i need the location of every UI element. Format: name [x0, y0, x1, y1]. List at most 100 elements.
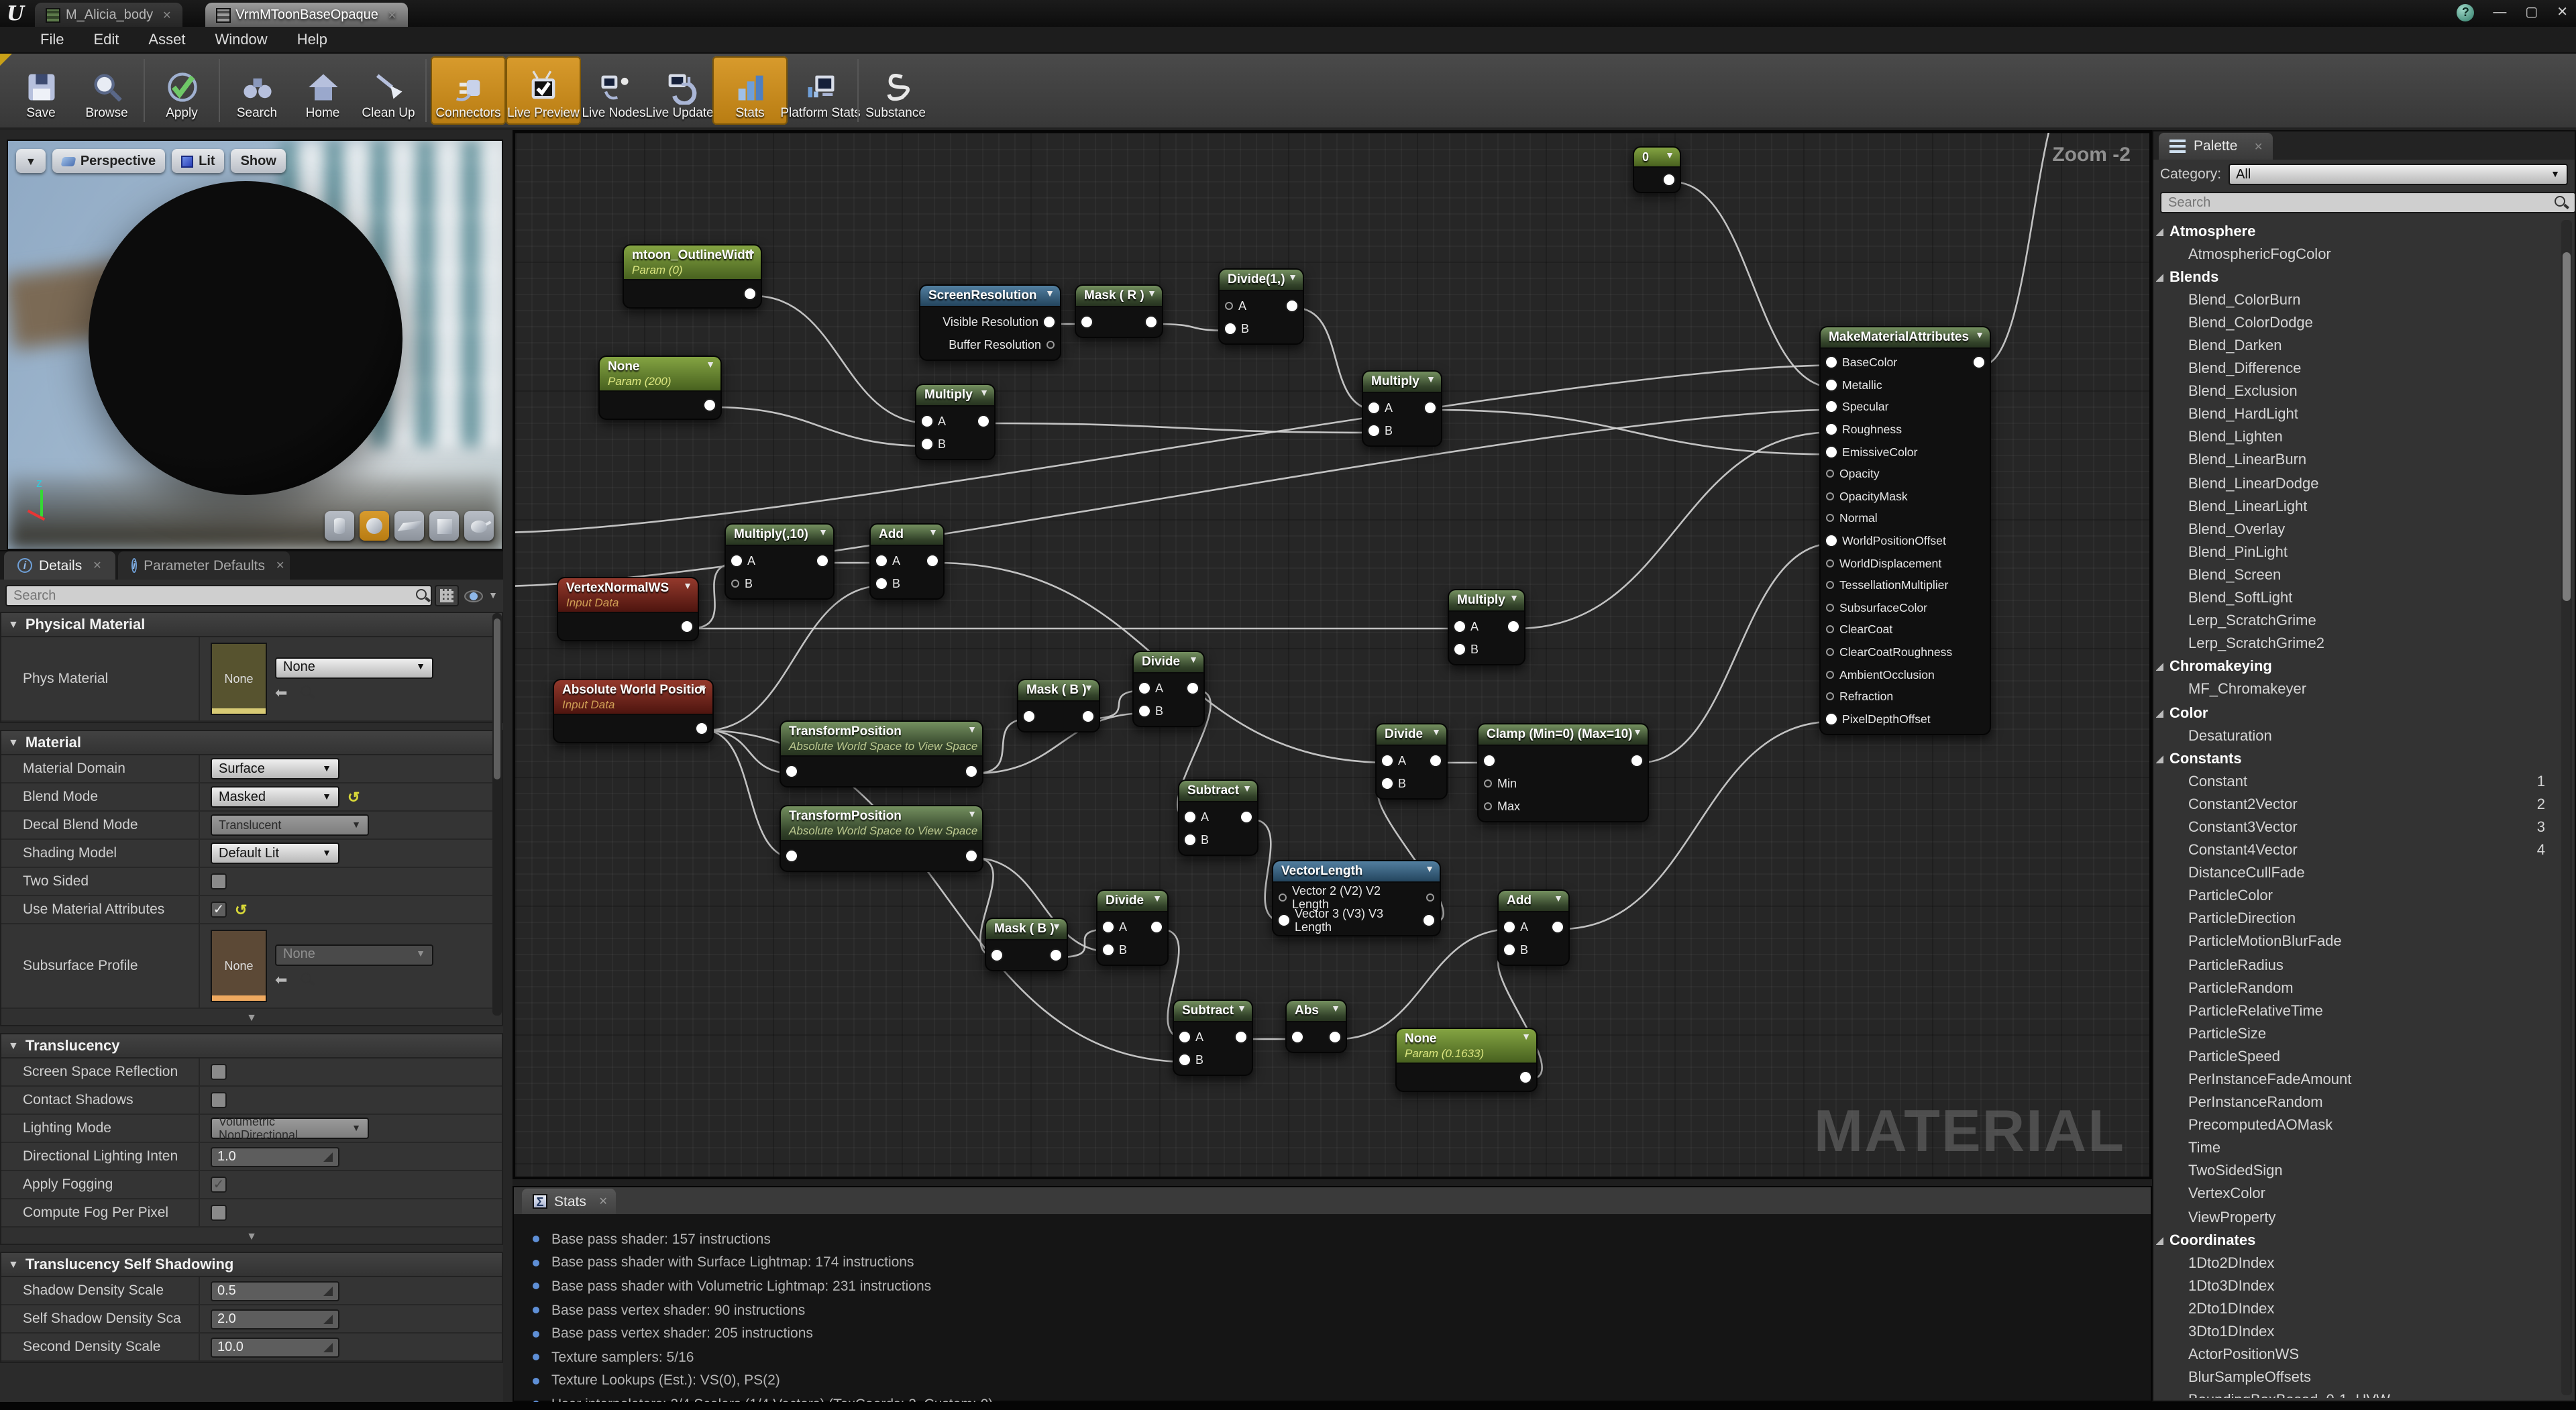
input-pin[interactable]	[922, 438, 932, 449]
stats-button[interactable]: Stats	[712, 56, 788, 125]
palette-item[interactable]: Blend_LinearBurn	[2156, 449, 2559, 472]
input-pin[interactable]	[1225, 323, 1236, 333]
preview-shape-cube-button[interactable]	[429, 511, 459, 541]
collapse-icon[interactable]: ▼	[1147, 290, 1157, 299]
input-pin[interactable]	[1484, 802, 1492, 810]
second-density-scale-field[interactable]: 10.0	[211, 1337, 339, 1357]
palette-item[interactable]: ParticleMotionBlurFade	[2156, 931, 2559, 954]
close-icon[interactable]: ✕	[276, 559, 284, 572]
perspective-button[interactable]: Perspective▼	[52, 149, 165, 173]
preview-shape-sphere-button[interactable]	[360, 511, 389, 541]
close-button[interactable]: ✕	[2557, 5, 2568, 20]
tab-parameter-defaults[interactable]: iParameter Defaults✕	[118, 551, 290, 580]
blend-mode-dropdown[interactable]: Masked▼	[211, 786, 339, 808]
input-pin[interactable]	[876, 578, 887, 588]
palette-item[interactable]: Blend_LinearDodge	[2156, 472, 2559, 495]
collapse-icon[interactable]: ▼	[683, 582, 692, 592]
use-material-attributes-checkbox[interactable]: ✓	[211, 902, 227, 918]
details-scrollbar[interactable]	[492, 613, 502, 1016]
section-expander[interactable]: ▼	[1, 1009, 502, 1025]
browse-to-asset-icon[interactable]	[301, 973, 314, 986]
output-pin[interactable]	[927, 555, 938, 565]
material-domain-dropdown[interactable]: Surface▼	[211, 758, 339, 779]
self-shadow-density-sca-field[interactable]: 2.0	[211, 1309, 339, 1329]
palette-item[interactable]: TwoSidedSign	[2156, 1160, 2559, 1183]
collapse-icon[interactable]: ▼	[1242, 785, 1252, 794]
palette-item[interactable]: Time	[2156, 1138, 2559, 1160]
node-none1633[interactable]: NoneParam (0.1633)▼	[1395, 1028, 1538, 1092]
collapse-icon[interactable]: ▼	[1331, 1005, 1340, 1014]
output-pin[interactable]	[978, 415, 989, 426]
output-pin[interactable]	[1426, 893, 1434, 901]
node-clamp[interactable]: Clamp (Min=0) (Max=10)▼MinMax	[1477, 723, 1649, 822]
input-pin[interactable]	[876, 555, 887, 565]
input-pin[interactable]	[1368, 425, 1379, 435]
document-tab-1[interactable]: M_Alicia_body✕	[35, 3, 182, 27]
palette-item[interactable]: Constant3Vector3	[2156, 816, 2559, 839]
help-icon[interactable]: ?	[2457, 4, 2474, 21]
palette-item[interactable]: MF_Chromakeyer	[2156, 679, 2559, 702]
input-pin[interactable]	[1279, 893, 1287, 901]
collapse-icon[interactable]: ▼	[928, 529, 938, 538]
collapse-icon[interactable]: ▼	[818, 529, 828, 538]
palette-item[interactable]: BoundingBoxBased_0-1_UVW	[2156, 1390, 2559, 1398]
apply-button[interactable]: Apply	[149, 56, 215, 125]
input-pin[interactable]	[1826, 670, 1834, 678]
input-pin[interactable]	[1139, 705, 1150, 716]
output-pin[interactable]	[1631, 755, 1642, 765]
output-pin[interactable]	[1520, 1071, 1531, 1082]
minimize-button[interactable]: —	[2493, 5, 2506, 20]
palette-item[interactable]: Lerp_ScratchGrime	[2156, 610, 2559, 633]
output-pin[interactable]	[1241, 811, 1252, 822]
palette-item[interactable]: Blend_Darken	[2156, 335, 2559, 358]
collapse-icon[interactable]: ▼	[1509, 594, 1519, 604]
palette-item[interactable]: Blend_Difference	[2156, 358, 2559, 380]
output-pin[interactable]	[1664, 174, 1674, 184]
input-pin[interactable]	[1826, 424, 1837, 435]
node-maskR[interactable]: Mask ( R )▼	[1075, 284, 1163, 338]
maximize-button[interactable]: ▢	[2525, 5, 2538, 20]
node-abs[interactable]: Abs▼	[1285, 999, 1347, 1053]
collapse-icon[interactable]: ▼	[1554, 895, 1563, 904]
menu-file[interactable]: File	[40, 32, 64, 48]
asset-thumbnail[interactable]: None	[211, 643, 267, 715]
output-pin[interactable]	[682, 620, 692, 631]
palette-item[interactable]: ParticleRadius	[2156, 954, 2559, 977]
directional-lighting-inten-field[interactable]: 1.0	[211, 1146, 339, 1167]
menu-window[interactable]: Window	[215, 32, 267, 48]
node-awp[interactable]: Absolute World PositionInput Data▼	[553, 679, 714, 743]
collapse-icon[interactable]: ▼	[1152, 895, 1162, 904]
collapse-icon[interactable]: ▼	[746, 250, 755, 259]
input-pin[interactable]	[1179, 1054, 1190, 1065]
grid-view-button[interactable]	[435, 585, 459, 606]
input-pin[interactable]	[1292, 1031, 1303, 1042]
node-mult10[interactable]: Multiply(,10)▼AB	[724, 523, 835, 600]
input-pin[interactable]	[1139, 682, 1150, 693]
input-pin[interactable]	[786, 765, 797, 776]
palette-item[interactable]: ParticleSize	[2156, 1023, 2559, 1046]
preview-shape-cylinder-button[interactable]	[325, 511, 354, 541]
input-pin[interactable]	[1368, 402, 1379, 413]
input-pin[interactable]	[1504, 921, 1515, 932]
palette-item[interactable]: Constant2Vector2	[2156, 794, 2559, 816]
output-pin[interactable]	[1425, 402, 1436, 413]
output-pin[interactable]	[745, 288, 755, 299]
palette-group-constants[interactable]: ◢Constants	[2156, 747, 2559, 770]
palette-search-input[interactable]	[2160, 192, 2576, 213]
search-button[interactable]: Search	[224, 56, 290, 125]
compute-fog-per-pixel-checkbox[interactable]	[211, 1205, 227, 1221]
document-tab-2[interactable]: VrmMToonBaseOpaque✕	[205, 3, 407, 27]
output-pin[interactable]	[1508, 620, 1519, 631]
substance-button[interactable]: Substance	[863, 56, 928, 125]
browse-button[interactable]: Browse	[74, 56, 140, 125]
node-outline[interactable]: mtoon_OutlineWidthParam (0)▼	[623, 244, 762, 309]
node-div_mid2[interactable]: Divide▼AB	[1375, 723, 1448, 800]
collapse-icon[interactable]: ▼	[1237, 1005, 1246, 1014]
contact-shadows-checkbox[interactable]	[211, 1092, 227, 1108]
show-button[interactable]: Show	[231, 149, 286, 173]
palette-item[interactable]: 2Dto1DIndex	[2156, 1298, 2559, 1321]
input-pin[interactable]	[991, 949, 1002, 960]
palette-item[interactable]: 3Dto1DIndex	[2156, 1321, 2559, 1344]
input-pin[interactable]	[1484, 779, 1492, 787]
palette-item[interactable]: ParticleRelativeTime	[2156, 999, 2559, 1022]
